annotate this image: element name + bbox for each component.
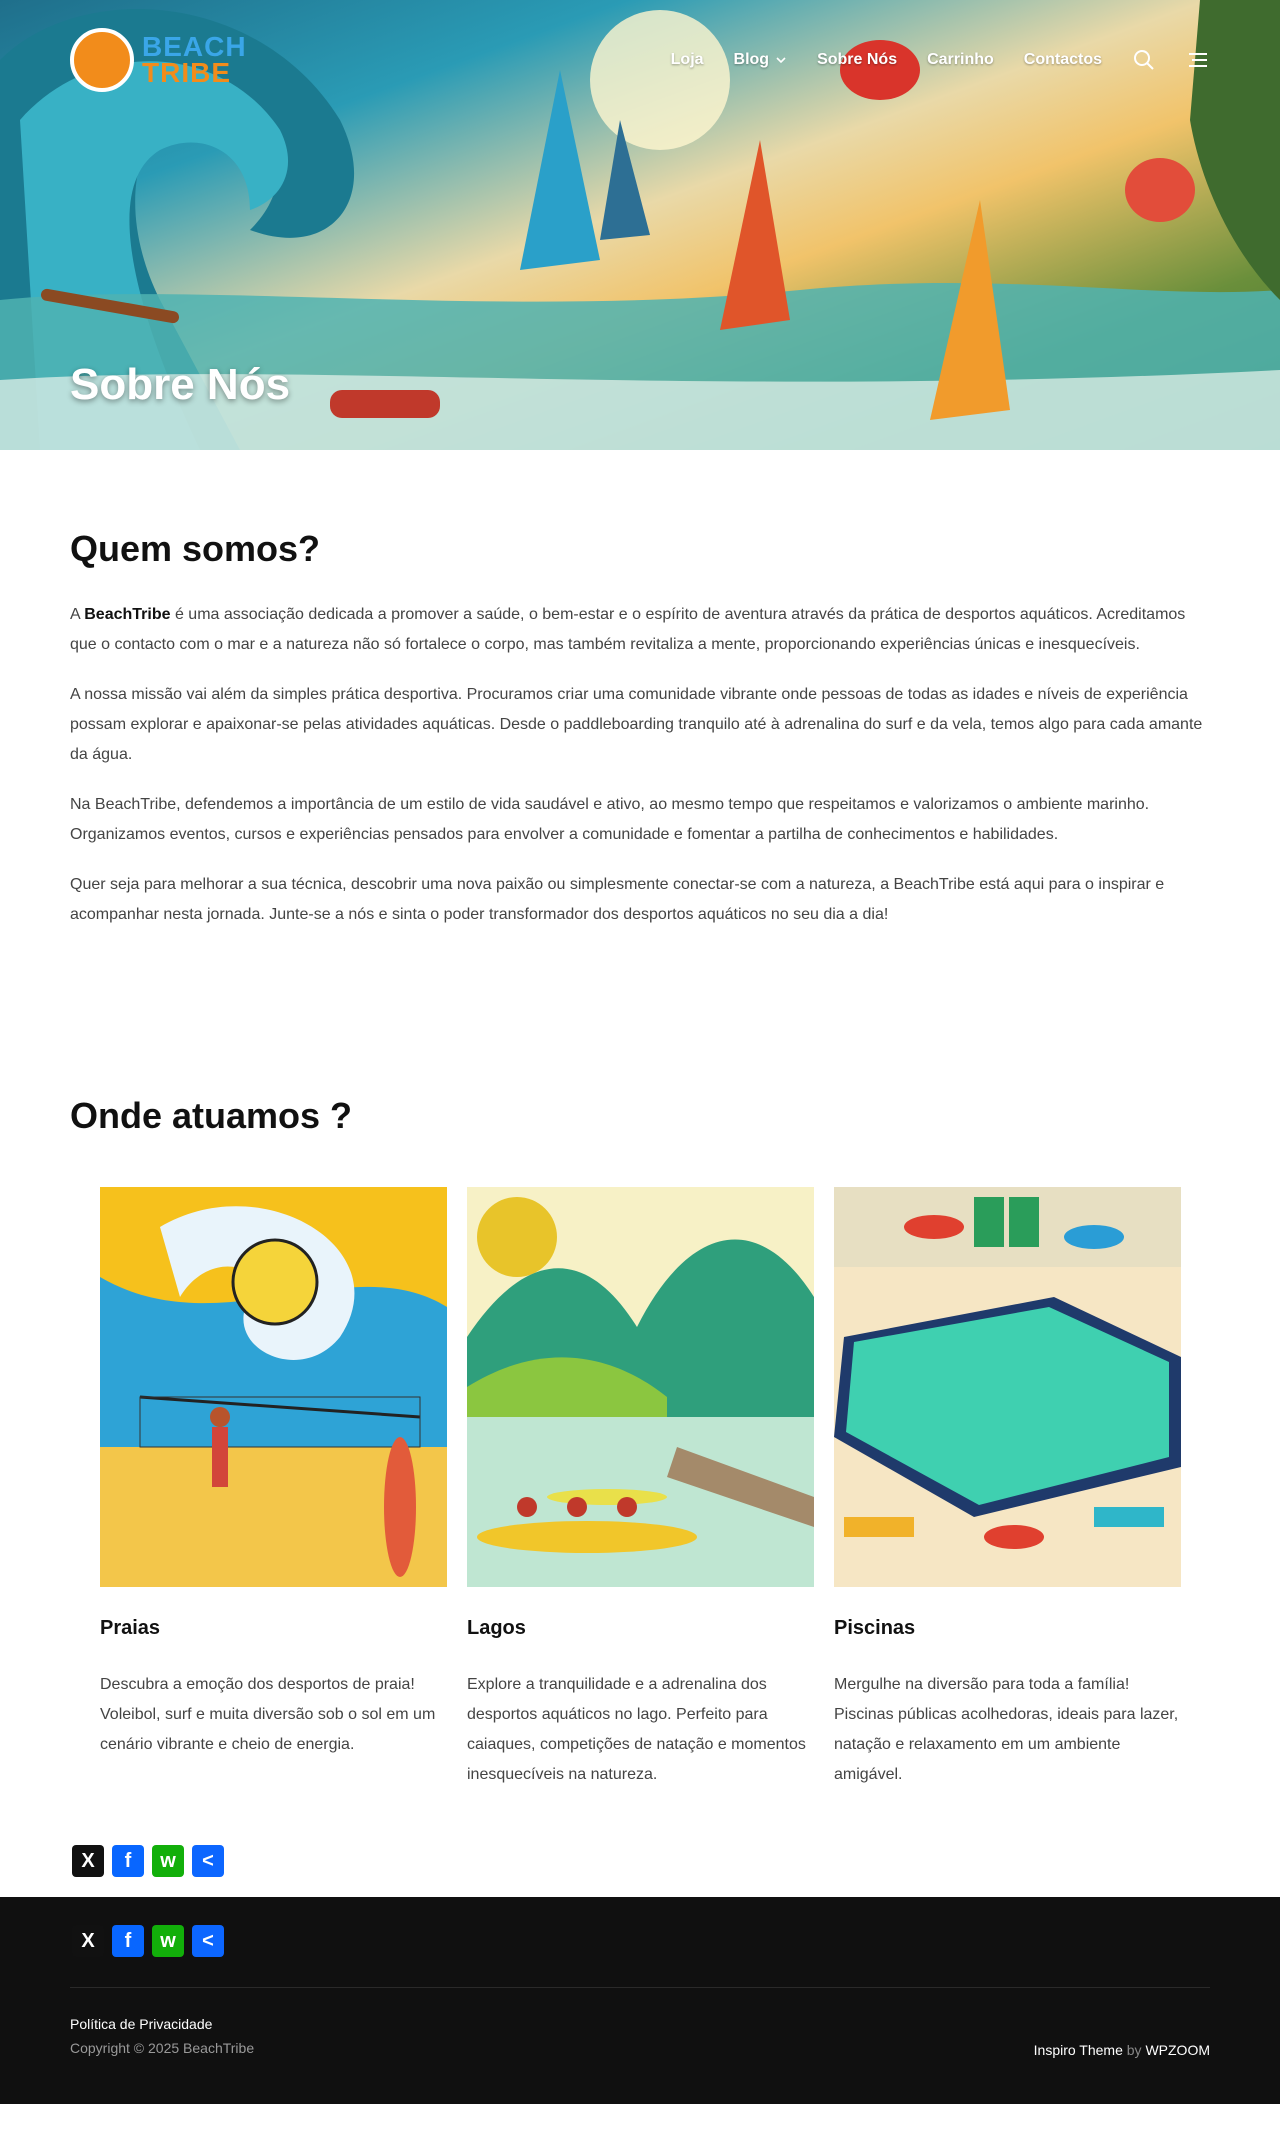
logo-text-line2: TRIBE <box>142 57 231 88</box>
nav-item-blog-label: Blog <box>733 51 770 68</box>
nav-item-sobre-nos[interactable]: Sobre Nós <box>817 51 897 69</box>
site-footer: X f w < Política de Privacidade Copyrigh… <box>0 1897 1280 2104</box>
chevron-down-icon <box>776 57 786 64</box>
location-title: Piscinas <box>834 1617 916 1639</box>
privacy-policy-link[interactable]: Política de Privacidade <box>70 2016 254 2032</box>
nav-item-contactos[interactable]: Contactos <box>1024 51 1102 69</box>
menu-icon[interactable] <box>1186 48 1210 72</box>
footer-divider <box>70 1987 1210 1988</box>
location-description: Explore a tranquilidade e a adrenalina d… <box>467 1676 806 1783</box>
location-card-praias: Praias Descubra a emoção dos desportos d… <box>100 1187 447 1790</box>
search-icon[interactable] <box>1132 48 1156 72</box>
about-paragraph-3: Na BeachTribe, defendemos a importância … <box>70 796 1150 843</box>
main-nav: Loja Blog Sobre Nós Carrinho Contactos <box>671 48 1210 72</box>
theme-link[interactable]: Inspiro Theme <box>1034 2042 1123 2058</box>
location-description: Descubra a emoção dos desportos de praia… <box>100 1676 436 1753</box>
x-share-button[interactable]: X <box>72 1925 104 1957</box>
whatsapp-share-button[interactable]: w <box>152 1925 184 1957</box>
locations-heading: Onde atuamos ? <box>70 1095 353 1136</box>
nav-item-loja[interactable]: Loja <box>671 51 704 69</box>
locations-section: Onde atuamos ? Praias Descubra a emoção … <box>0 1095 1280 1790</box>
page-title: Sobre Nós <box>70 360 291 409</box>
beach-image <box>100 1187 447 1587</box>
site-header: BEACH TRIBE Loja Blog Sobre Nós Carrinho… <box>0 0 1280 120</box>
x-share-button[interactable]: X <box>72 1845 104 1877</box>
vendor-link[interactable]: WPZOOM <box>1145 2042 1210 2058</box>
brand-name: BeachTribe <box>84 606 171 623</box>
about-heading: Quem somos? <box>70 528 321 569</box>
about-paragraph-2: A nossa missão vai além da simples práti… <box>70 686 1203 763</box>
nav-item-carrinho[interactable]: Carrinho <box>927 51 994 69</box>
facebook-share-button[interactable]: f <box>112 1845 144 1877</box>
share-button[interactable]: < <box>192 1845 224 1877</box>
theme-credits: Inspiro Theme by WPZOOM <box>1033 2042 1210 2058</box>
locations-cards: Praias Descubra a emoção dos desportos d… <box>70 1187 1210 1790</box>
nav-item-blog[interactable]: Blog <box>734 51 788 69</box>
logo-icon <box>70 28 134 92</box>
whatsapp-share-button[interactable]: w <box>152 1845 184 1877</box>
share-buttons: X f w < <box>0 1845 1280 1877</box>
pool-image <box>834 1187 1181 1587</box>
location-title: Praias <box>100 1617 161 1639</box>
location-card-piscinas: Piscinas Mergulhe na diversão para toda … <box>834 1187 1181 1790</box>
site-logo[interactable]: BEACH TRIBE <box>70 28 247 92</box>
location-title: Lagos <box>467 1617 526 1639</box>
lake-image <box>467 1187 814 1587</box>
share-button[interactable]: < <box>192 1925 224 1957</box>
location-description: Mergulhe na diversão para toda a família… <box>834 1676 1179 1783</box>
about-paragraph-1: A BeachTribe é uma associação dedicada a… <box>70 606 1186 653</box>
facebook-share-button[interactable]: f <box>112 1925 144 1957</box>
hero-banner: BEACH TRIBE Loja Blog Sobre Nós Carrinho… <box>0 0 1280 450</box>
about-paragraph-4: Quer seja para melhorar a sua técnica, d… <box>70 876 1165 923</box>
copyright-text: Copyright © 2025 BeachTribe <box>70 2040 255 2056</box>
location-card-lagos: Lagos Explore a tranquilidade e a adrena… <box>467 1187 814 1790</box>
about-section: Quem somos? A BeachTribe é uma associaçã… <box>0 528 1280 930</box>
footer-share-buttons: X f w < <box>70 1925 1210 1957</box>
